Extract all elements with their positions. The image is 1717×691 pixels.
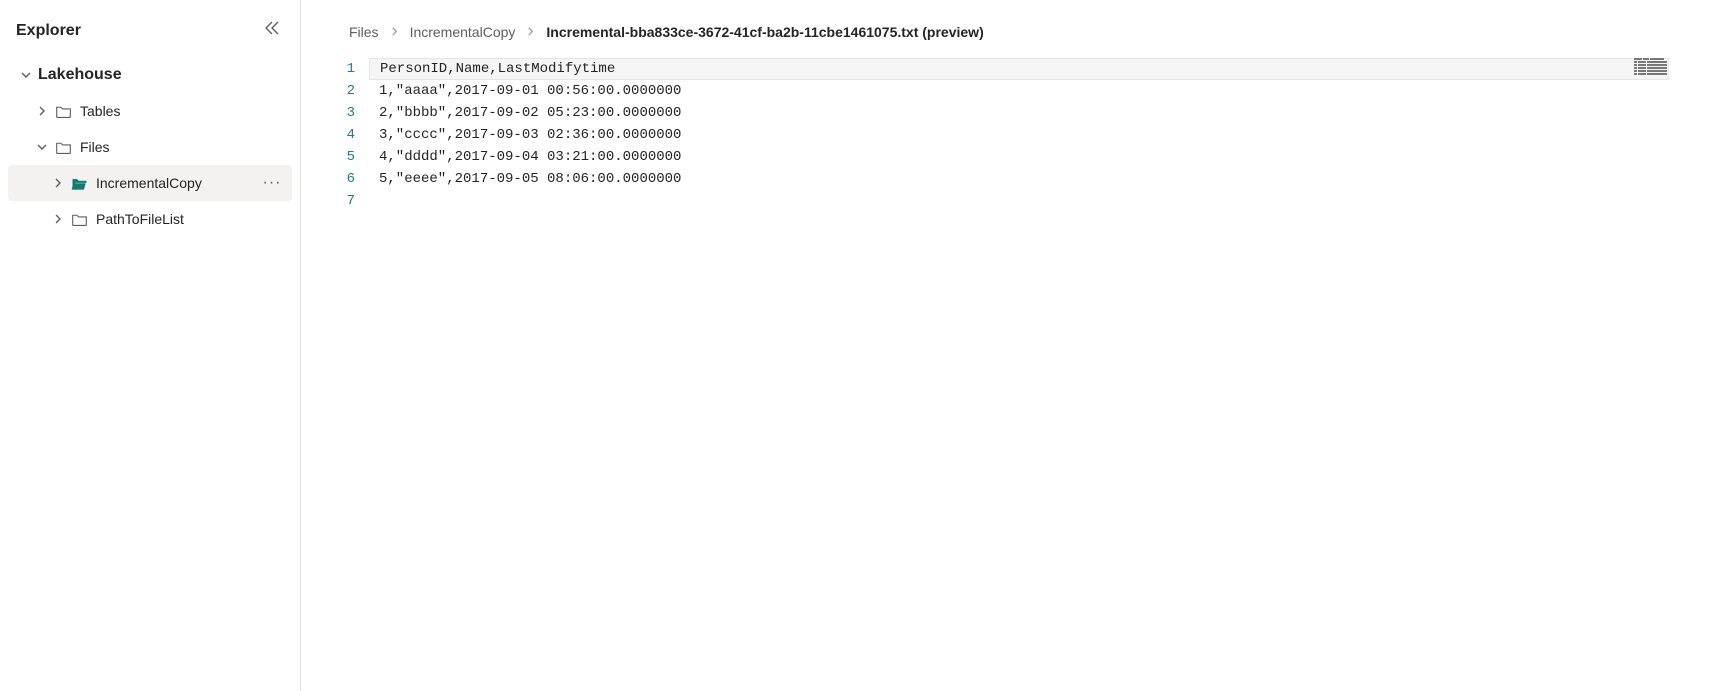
chevron-down-icon <box>18 69 34 81</box>
chevron-right-icon <box>525 24 536 40</box>
line-number: 2 <box>345 80 355 102</box>
code-line: 3,"cccc",2017-09-03 02:36:00.0000000 <box>379 124 1669 146</box>
breadcrumb: Files IncrementalCopy Incremental-bba833… <box>301 8 1717 58</box>
chevron-right-icon <box>50 213 66 225</box>
folder-icon <box>54 103 72 120</box>
tree-item-pathtofilelist[interactable]: PathToFileList <box>8 201 292 237</box>
line-number: 7 <box>345 190 355 212</box>
code-content[interactable]: PersonID,Name,LastModifytime 1,"aaaa",20… <box>369 58 1669 691</box>
explorer-sidebar: Explorer Lakehouse Tables <box>0 0 301 691</box>
breadcrumb-item-incrementalcopy[interactable]: IncrementalCopy <box>410 24 516 40</box>
line-number: 6 <box>345 168 355 190</box>
chevron-right-icon <box>50 177 66 189</box>
line-number: 5 <box>345 146 355 168</box>
folder-icon <box>70 211 88 228</box>
code-line: 2,"bbbb",2017-09-02 05:23:00.0000000 <box>379 102 1669 124</box>
code-line <box>379 190 1669 212</box>
code-line: 1,"aaaa",2017-09-01 00:56:00.0000000 <box>379 80 1669 102</box>
sidebar-header: Explorer <box>0 8 300 57</box>
line-number: 4 <box>345 124 355 146</box>
tree-item-label: Files <box>80 139 284 155</box>
tree-item-label: IncrementalCopy <box>96 175 260 191</box>
main-panel: Files IncrementalCopy Incremental-bba833… <box>301 0 1717 691</box>
tree-root-label: Lakehouse <box>38 66 284 84</box>
chevron-right-icon <box>34 105 50 117</box>
tree-root-lakehouse[interactable]: Lakehouse <box>8 57 292 93</box>
more-options-button[interactable]: ··· <box>260 174 284 192</box>
folder-icon <box>54 139 72 156</box>
code-line: PersonID,Name,LastModifytime <box>369 58 1669 80</box>
editor[interactable]: 1 2 3 4 5 6 7 PersonID,Name,LastModifyti… <box>339 58 1669 691</box>
tree-item-files[interactable]: Files <box>8 129 292 165</box>
breadcrumb-item-files[interactable]: Files <box>349 24 379 40</box>
chevron-down-icon <box>34 141 50 153</box>
code-line: 5,"eeee",2017-09-05 08:06:00.0000000 <box>379 168 1669 190</box>
collapse-sidebar-button[interactable] <box>260 16 284 45</box>
chevron-right-icon <box>389 24 400 40</box>
folder-open-icon <box>70 175 88 192</box>
code-line: 4,"dddd",2017-09-04 03:21:00.0000000 <box>379 146 1669 168</box>
breadcrumb-item-current-file: Incremental-bba833ce-3672-41cf-ba2b-11cb… <box>546 24 983 40</box>
line-number: 3 <box>345 102 355 124</box>
tree-item-incrementalcopy[interactable]: IncrementalCopy ··· <box>8 165 292 201</box>
sidebar-title: Explorer <box>16 22 81 40</box>
tree: Lakehouse Tables Files <box>0 57 300 237</box>
tree-item-tables[interactable]: Tables <box>8 93 292 129</box>
line-gutter: 1 2 3 4 5 6 7 <box>339 58 369 691</box>
tree-item-label: PathToFileList <box>96 211 284 227</box>
line-number: 1 <box>345 58 355 80</box>
chevron-double-left-icon <box>264 20 280 36</box>
minimap[interactable] <box>1634 58 1669 76</box>
tree-item-label: Tables <box>80 103 284 119</box>
